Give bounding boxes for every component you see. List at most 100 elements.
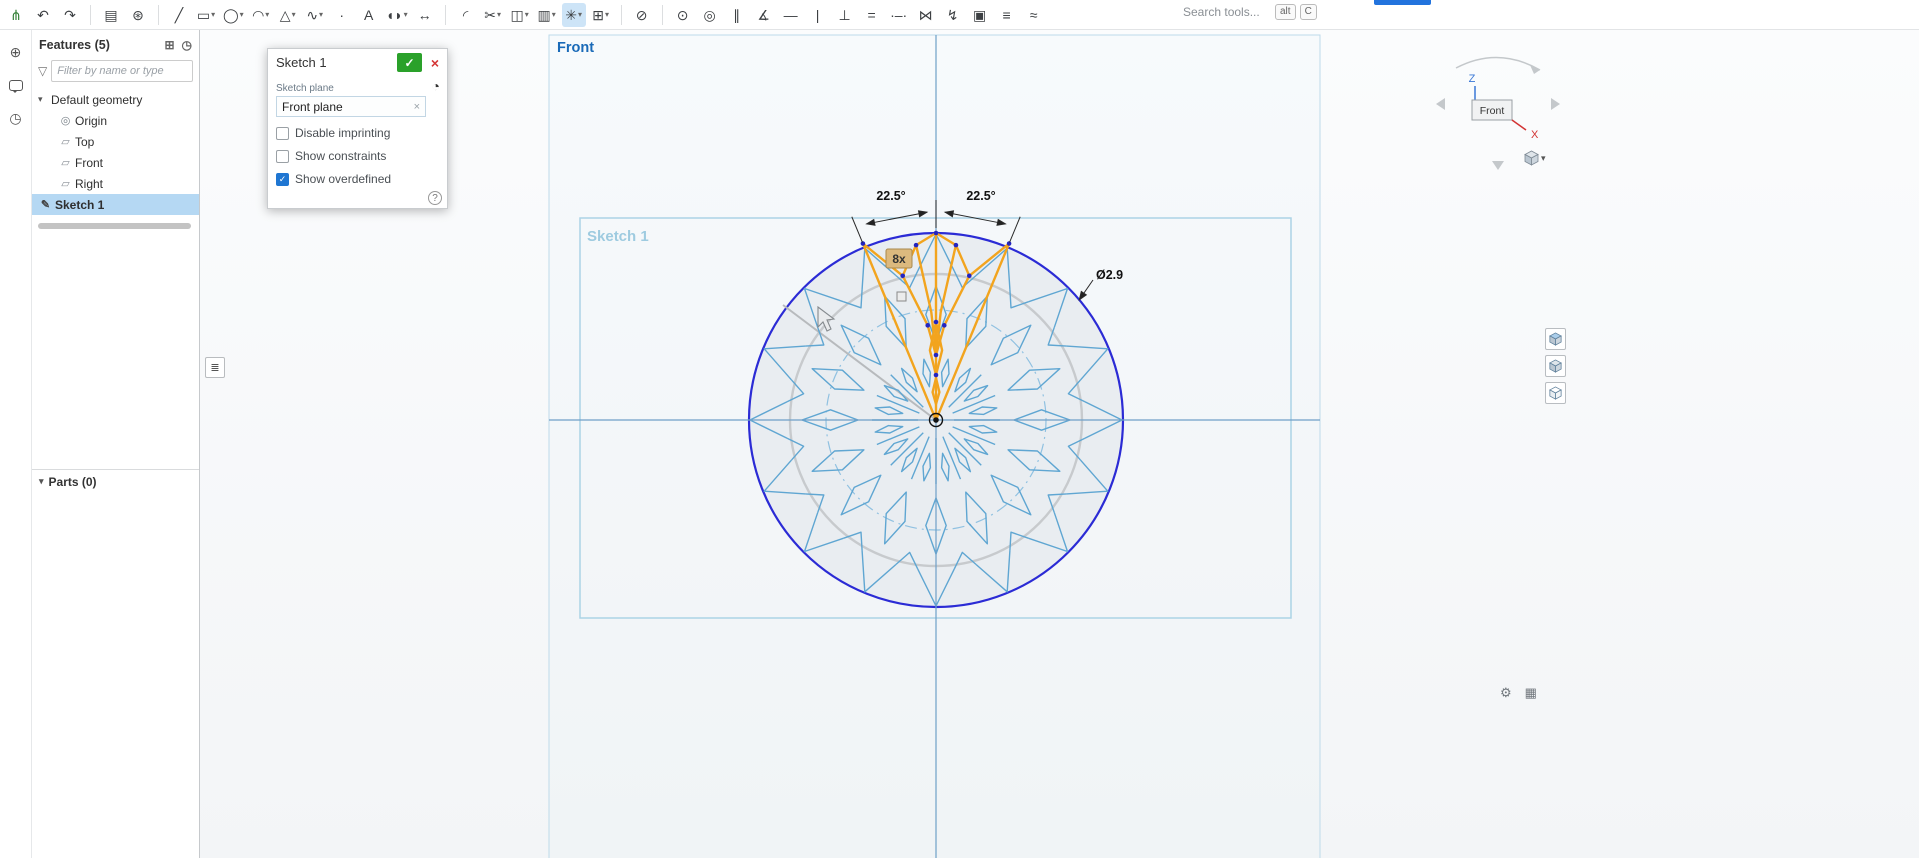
fix-constraint-icon[interactable]: ↯	[941, 3, 965, 27]
undo-icon[interactable]: ↶	[31, 3, 55, 27]
erase-tool-icon[interactable]: ⊘	[630, 3, 654, 27]
tree-item-top[interactable]: ▱ Top	[32, 131, 199, 152]
cancel-sketch-button[interactable]: ×	[426, 54, 444, 72]
sketch-1-icon: ✎	[40, 199, 51, 211]
drawing-icon[interactable]: ▤	[99, 3, 123, 27]
history-glyph: ◷	[9, 109, 22, 126]
tree-item-default-geometry[interactable]: ▾ Default geometry	[32, 89, 199, 110]
slot-tool-icon[interactable]: ◖◗ ▾	[384, 3, 410, 27]
toolbar-separator	[158, 4, 159, 25]
redo-icon[interactable]: ↷	[58, 3, 82, 27]
rotate-arc-icon[interactable]	[1455, 56, 1541, 71]
sketch-viewport[interactable]: Front Sketch 1 8x 22.5° 22.5° Ø2.9	[200, 30, 1919, 858]
pie-menu-icon[interactable]: ◔	[432, 78, 440, 94]
linear-pattern-icon[interactable]: ▥ ▾	[535, 3, 559, 27]
circle-tool-icon[interactable]: ◯ ▾	[221, 3, 246, 27]
graphics-area[interactable]: Front Sketch 1 8x 22.5° 22.5° Ø2.9	[200, 30, 1919, 858]
toolbar-tools: ⋔ ↶ ↷ ▤ ⊛ ╱ ▭ ▾ ◯ ▾ ◠ ▾ △ ▾ ∿ ▾ · A ◖◗ ▾ ↔ ◜ ✂ ▾ ◫ ▾ ▥ ▾ ✳ ▾ ⊞ ▾ ⊘ ⊙ ◎ ∥ ∡ — |…	[4, 2, 1046, 27]
line-tool-icon[interactable]: ╱	[167, 3, 191, 27]
view-cube: Z Front X ▾	[1432, 42, 1564, 178]
curvature-constraint-icon[interactable]: ≈	[1022, 3, 1046, 27]
tree-item-right[interactable]: ▱ Right	[32, 173, 199, 194]
polygon-tool-icon[interactable]: △ ▾	[276, 3, 300, 27]
view-options-button[interactable]: ▾	[1524, 150, 1546, 166]
feature-list-popout-button[interactable]: ≣	[205, 357, 225, 378]
insert-image-icon[interactable]: ⊛	[126, 3, 150, 27]
right-dock-button-1[interactable]	[1545, 328, 1566, 350]
parts-section-header[interactable]: ▾ Parts (0)	[32, 469, 199, 493]
tree-item-sketch-1[interactable]: ✎ Sketch 1	[32, 194, 199, 215]
clear-selection-icon[interactable]: ×	[414, 101, 420, 113]
equal-constraint-icon[interactable]: =	[860, 3, 884, 27]
parts-caret-icon: ▾	[39, 476, 44, 486]
cube-icon	[1549, 359, 1562, 373]
rotate-left-arrow-icon[interactable]	[1436, 98, 1445, 110]
tangent-constraint-icon[interactable]: ∡	[752, 3, 776, 27]
feature-tree: ▾ Default geometry ◎ Origin ▱ Top ▱ Front ▱ Right…	[32, 89, 199, 215]
checkbox-disable-imprinting[interactable]: Disable imprinting	[276, 126, 439, 140]
offset-constraint-icon[interactable]: ≡	[995, 3, 1019, 27]
text-tool-icon[interactable]: A	[357, 3, 381, 27]
parts-section-title: Parts (0)	[48, 474, 97, 489]
cropped-blue-button[interactable]	[1374, 0, 1431, 5]
insert-table-icon[interactable]: ⊞ ▾	[589, 3, 613, 27]
coincident-constraint-icon[interactable]: ⊙	[671, 3, 695, 27]
svg-text:8x: 8x	[892, 252, 906, 266]
checkbox-show-overdefined[interactable]: ✓ Show overdefined	[276, 172, 439, 186]
tree-item-front[interactable]: ▱ Front	[32, 152, 199, 173]
rotate-arc-arrow-icon[interactable]	[1530, 65, 1540, 74]
feature-history-icon[interactable]: ◷	[182, 38, 192, 52]
circular-pattern-icon[interactable]: ✳ ▾	[561, 2, 586, 27]
shortcut-alt-badge: alt	[1275, 4, 1296, 20]
right-dock-button-3[interactable]	[1545, 382, 1566, 404]
features-panel: Features (5) ⊞ ◷ ▽ ▾Default geometry◎Ori…	[32, 30, 200, 858]
vertical-constraint-icon[interactable]: |	[806, 3, 830, 27]
rectangle-tool-icon[interactable]: ▭ ▾	[194, 3, 218, 27]
toolbar-separator	[620, 4, 622, 25]
insert-new-item-icon[interactable]: ⊕	[6, 42, 26, 62]
dimension-tool-icon[interactable]: ↔	[413, 3, 437, 27]
checkbox-show-constraints[interactable]: Show constraints	[276, 149, 439, 163]
perpendicular-constraint-icon[interactable]: ⊥	[833, 3, 857, 27]
chevron-down-icon: ▾	[1541, 152, 1546, 163]
sketch-plane-field[interactable]: Front plane ×	[276, 96, 426, 117]
horizontal-constraint-icon[interactable]: —	[779, 3, 803, 27]
symmetric-constraint-icon[interactable]: ⋈	[914, 3, 938, 27]
confirm-sketch-button[interactable]: ✓	[397, 53, 422, 72]
parallel-constraint-icon[interactable]: ∥	[725, 3, 749, 27]
features-panel-header: Features (5) ⊞ ◷	[32, 30, 199, 60]
status-icons: ⚙ ▦	[1500, 685, 1537, 701]
spline-tool-icon[interactable]: ∿ ▾	[303, 3, 327, 27]
right-dock-button-2[interactable]	[1545, 355, 1566, 377]
angle-dimension-right: 22.5°	[966, 189, 995, 203]
left-rail: ⊕ ◷	[0, 30, 32, 858]
version-tree-icon[interactable]: ⋔	[4, 3, 28, 27]
pattern-constraint-icon[interactable]: ▣	[968, 3, 992, 27]
rotate-right-arrow-icon[interactable]	[1551, 98, 1560, 110]
sketch-plane-label: Sketch plane	[276, 83, 334, 94]
comment-icon[interactable]	[6, 75, 26, 95]
help-icon[interactable]: ?	[428, 191, 442, 205]
sketch-dialog-header: Sketch 1 ✓ ×	[268, 49, 447, 76]
arc-tool-icon[interactable]: ◠ ▾	[249, 3, 273, 27]
grid-settings-icon[interactable]: ▦	[1525, 685, 1537, 701]
history-icon[interactable]: ◷	[6, 108, 26, 128]
point-tool-icon[interactable]: ·	[330, 3, 354, 27]
search-tools-input[interactable]	[1183, 5, 1271, 19]
rename-features-icon[interactable]: ⊞	[164, 38, 174, 52]
search-tools-box: alt C	[1183, 4, 1317, 20]
trim-tool-icon[interactable]: ✂ ▾	[481, 3, 505, 27]
view-cube-face-label: Front	[1480, 105, 1505, 117]
fillet-tool-icon[interactable]: ◜	[454, 3, 478, 27]
concentric-constraint-icon[interactable]: ◎	[698, 3, 722, 27]
features-panel-title: Features (5)	[39, 38, 110, 52]
tree-item-origin[interactable]: ◎ Origin	[32, 110, 199, 131]
rotate-down-arrow-icon[interactable]	[1492, 161, 1504, 170]
feature-filter-row: ▽	[32, 60, 199, 89]
sketch-dialog-body: ◔ Sketch plane Front plane × Disable imp…	[268, 76, 447, 208]
angle-dimension-left: 22.5°	[876, 189, 905, 203]
settings-gear-icon[interactable]: ⚙	[1500, 685, 1512, 701]
midpoint-constraint-icon[interactable]: ·–·	[887, 3, 911, 27]
mirror-tool-icon[interactable]: ◫ ▾	[508, 3, 532, 27]
feature-filter-input[interactable]	[51, 60, 193, 82]
